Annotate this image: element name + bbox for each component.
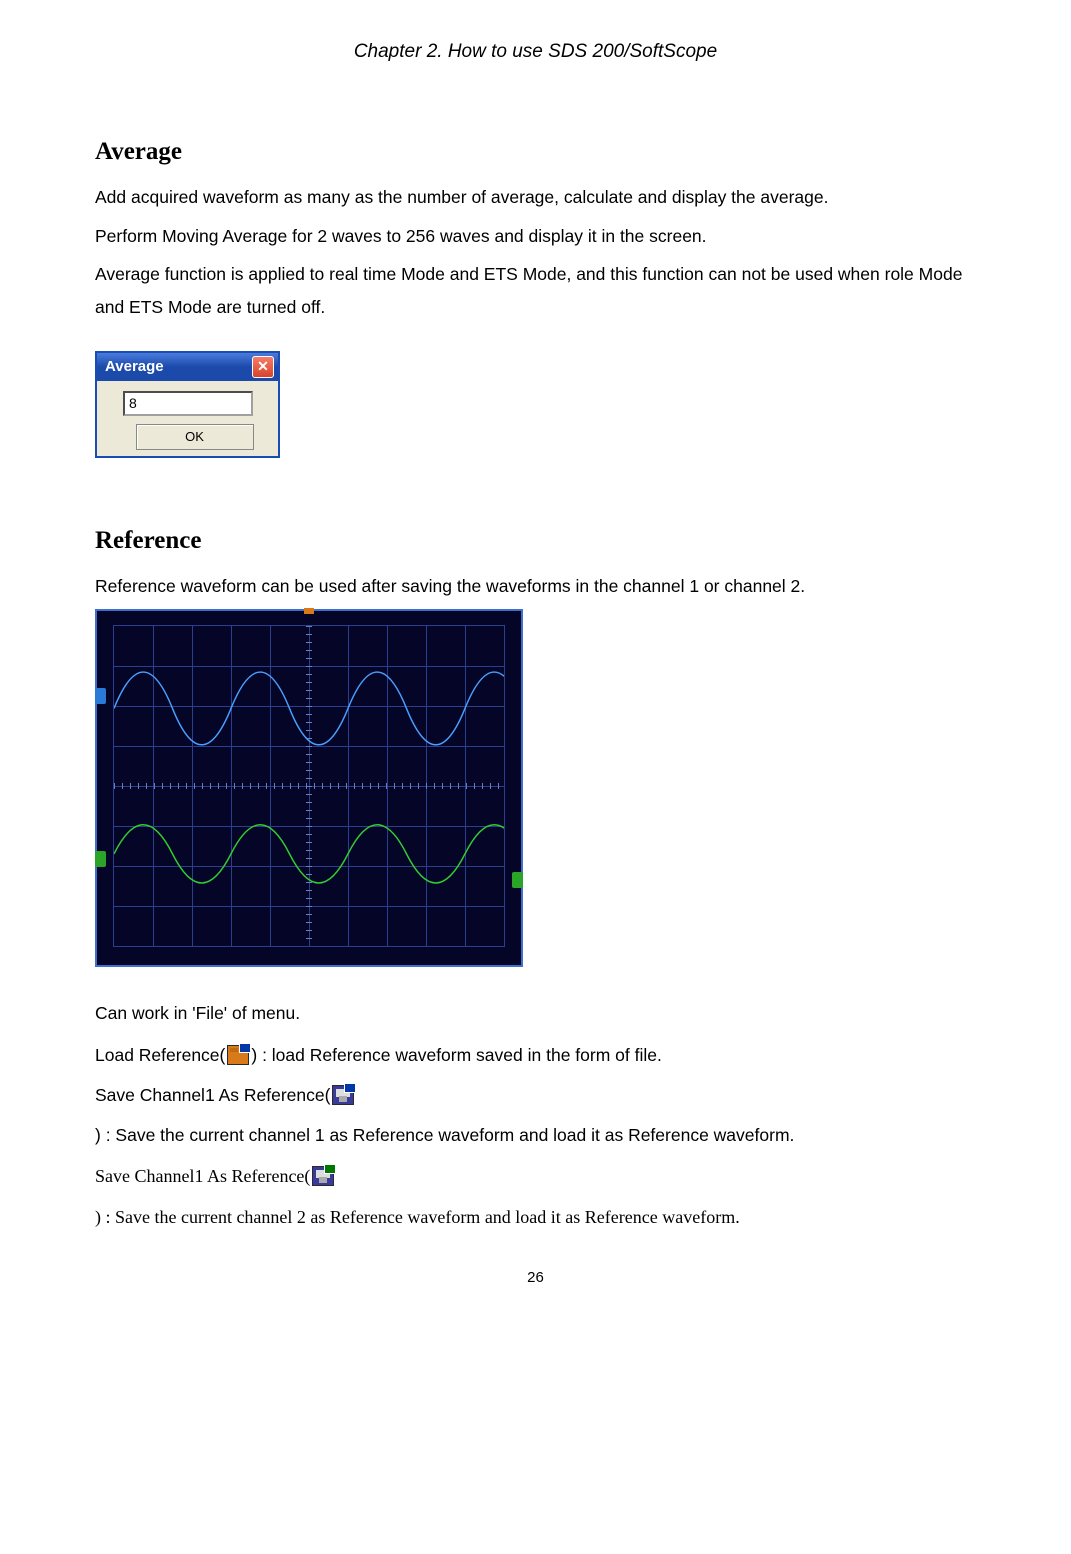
channel2-marker-icon xyxy=(95,851,106,867)
average-dialog-body: OK xyxy=(97,381,278,456)
save-ch1-text-pre: Save Channel1 As Reference( xyxy=(95,1075,330,1115)
load-reference-text-post: ) : load Reference waveform saved in the… xyxy=(251,1035,661,1075)
save-ch1-text-post: ) : Save the current channel 1 as Refere… xyxy=(95,1115,794,1155)
average-dialog-title: Average xyxy=(105,353,164,381)
reference-intro: Reference waveform can be used after sav… xyxy=(95,570,976,602)
section-title-average: Average xyxy=(95,129,976,175)
oscilloscope-grid xyxy=(113,625,505,947)
trigger-marker-icon xyxy=(304,608,314,614)
save-ch1-reference-line: Save Channel1 As Reference( ) : Save the… xyxy=(95,1075,976,1156)
average-dialog-titlebar[interactable]: Average ✕ xyxy=(97,353,278,381)
channel1-marker-icon xyxy=(95,688,106,704)
average-paragraph-2: Perform Moving Average for 2 waves to 25… xyxy=(95,220,976,252)
waveform-plot xyxy=(114,626,504,946)
reference-marker-icon xyxy=(512,872,523,888)
oscilloscope-screenshot xyxy=(95,609,523,967)
load-reference-text-pre: Load Reference( xyxy=(95,1035,225,1075)
save-waveform-ch1-icon[interactable] xyxy=(332,1085,354,1105)
average-dialog: Average ✕ OK xyxy=(95,351,280,458)
chapter-header: Chapter 2. How to use SDS 200/SoftScope xyxy=(95,34,976,69)
save-ch2-text-post: ) : Save the current channel 2 as Refere… xyxy=(95,1197,740,1238)
save-ch2-text-pre: Save Channel1 As Reference( xyxy=(95,1156,310,1197)
average-paragraph-1: Add acquired waveform as many as the num… xyxy=(95,181,976,213)
load-reference-line: Load Reference( ) : load Reference wavef… xyxy=(95,1035,976,1075)
ok-button[interactable]: OK xyxy=(136,424,254,450)
save-ch2-reference-line: Save Channel1 As Reference( ) : Save the… xyxy=(95,1156,976,1239)
average-paragraph-3: Average function is applied to real time… xyxy=(95,258,976,323)
close-icon[interactable]: ✕ xyxy=(252,356,274,378)
save-waveform-ch2-icon[interactable] xyxy=(312,1166,334,1186)
section-title-reference: Reference xyxy=(95,518,976,564)
reference-menu-note: Can work in 'File' of menu. xyxy=(95,997,976,1029)
open-folder-waveform-icon[interactable] xyxy=(227,1045,249,1065)
average-value-input[interactable] xyxy=(123,391,253,416)
page-number: 26 xyxy=(95,1264,976,1292)
